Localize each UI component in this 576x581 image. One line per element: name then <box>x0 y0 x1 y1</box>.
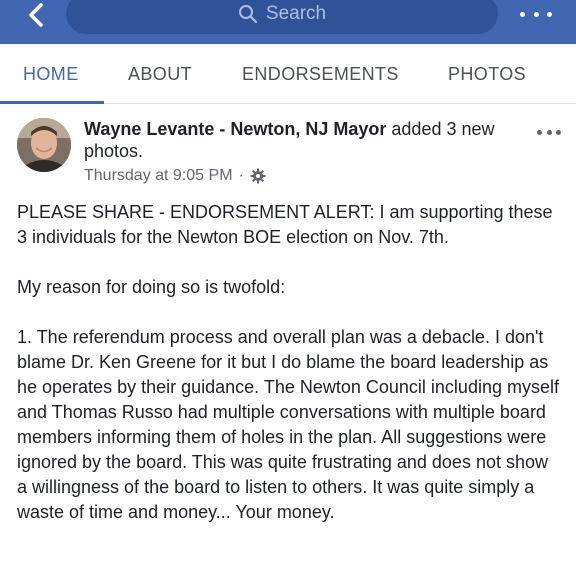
back-button[interactable] <box>18 0 54 30</box>
tab-about[interactable]: ABOUT <box>128 64 192 85</box>
search-placeholder: Search <box>265 3 327 24</box>
avatar[interactable] <box>17 118 71 172</box>
more-dot <box>537 129 542 135</box>
page-tabs: HOME ABOUT ENDORSEMENTS PHOTOS <box>0 44 576 104</box>
profile-photo <box>17 118 71 172</box>
post-paragraph: 1. The referendum process and overall pl… <box>17 327 559 522</box>
post-paragraph: My reason for doing so is twofold: <box>17 277 286 297</box>
search-input[interactable]: Search <box>66 0 498 34</box>
tab-endorsements[interactable]: ENDORSEMENTS <box>242 64 399 85</box>
top-navigation-bar: Search <box>0 0 576 44</box>
more-dot <box>520 11 525 17</box>
search-icon <box>238 5 257 24</box>
more-dot <box>533 11 539 17</box>
meta-separator: · <box>238 167 244 184</box>
tab-home[interactable]: HOME <box>23 64 79 85</box>
gear-icon <box>250 168 266 184</box>
post-meta: Thursday at 9:05 PM · <box>84 167 266 185</box>
tab-photos[interactable]: PHOTOS <box>448 64 526 85</box>
more-dot <box>556 129 561 135</box>
chevron-left-icon <box>29 3 43 27</box>
post-header: Wayne Levante - Newton, NJ Mayor added 3… <box>84 118 504 162</box>
more-dot <box>546 129 552 135</box>
post-timestamp[interactable]: Thursday at 9:05 PM <box>84 167 233 185</box>
author-name[interactable]: Wayne Levante - Newton, NJ Mayor <box>84 119 386 139</box>
post-paragraph: PLEASE SHARE - ENDORSEMENT ALERT: I am s… <box>17 202 553 247</box>
post-body: PLEASE SHARE - ENDORSEMENT ALERT: I am s… <box>17 200 562 550</box>
post-options-button[interactable] <box>537 128 561 136</box>
more-dot <box>547 11 552 17</box>
more-options-button[interactable] <box>520 4 552 24</box>
post-card: Wayne Levante - Newton, NJ Mayor added 3… <box>0 104 576 581</box>
